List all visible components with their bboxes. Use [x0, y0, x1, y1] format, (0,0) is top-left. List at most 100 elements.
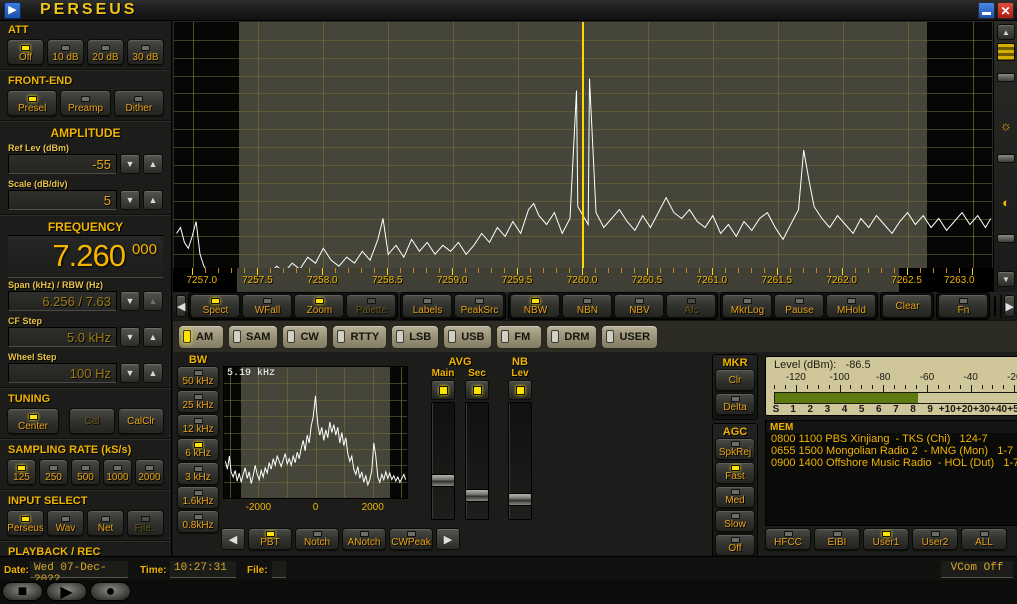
mem-entry[interactable]: 0900 1400 Offshore Music Radio - HOL (Du… [766, 457, 1017, 469]
wheel-step-up-button[interactable]: ▲ [143, 363, 163, 383]
brightness-slider[interactable] [997, 154, 1015, 163]
palette-up-button[interactable]: ▲ [997, 24, 1015, 40]
toolbar-button-zoom[interactable]: Zoom [294, 294, 345, 318]
bw-button-0-8khz[interactable]: 0.8kHz [177, 510, 219, 533]
record-button[interactable]: ● [90, 582, 131, 601]
mem-button-hfcc[interactable]: HFCC [765, 528, 811, 550]
toolbar-button-clear[interactable]: Clear [882, 294, 933, 318]
contrast-slider[interactable] [997, 234, 1015, 243]
mem-button-eibi[interactable]: EIBI [814, 528, 860, 550]
scale-down-button[interactable]: ▼ [120, 190, 140, 210]
span-rbw-value[interactable]: 6.256 / 7.63 [8, 291, 117, 311]
toolbar-button-afc[interactable]: Afc [666, 294, 717, 318]
tuning-calclr-button[interactable]: CalClr [118, 408, 164, 434]
toolbar-button-labels[interactable]: Labels [402, 294, 453, 318]
mode-button-drm[interactable]: DRM [546, 324, 598, 349]
mkr-button-delta[interactable]: Delta [715, 393, 755, 415]
audio-button-cwpeak[interactable]: CWPeak [389, 528, 433, 550]
cf-step-down-button[interactable]: ▼ [120, 327, 140, 347]
avg-sec-toggle[interactable] [465, 380, 489, 400]
play-button[interactable]: ▶ [46, 582, 87, 601]
audio-spectrum-display[interactable]: 5.19 kHz [223, 366, 408, 499]
toolbar-button-mhold[interactable]: MHold [826, 294, 877, 318]
sampling-rate-button-500[interactable]: 500 [71, 459, 100, 485]
toolbar-button-mkrlog[interactable]: MkrLog [722, 294, 773, 318]
fft-button[interactable]: FFT [1000, 294, 1003, 318]
brightness-icon[interactable]: ☼ [998, 117, 1014, 133]
mem-button-user1[interactable]: User1 [863, 528, 909, 550]
toolbar-button-fn[interactable]: Fn [938, 294, 989, 318]
avg-main-toggle[interactable] [431, 380, 455, 400]
bw-button-6-khz[interactable]: 6 kHz [177, 438, 219, 461]
bw-button-3-khz[interactable]: 3 kHz [177, 462, 219, 485]
mode-button-usb[interactable]: USB [443, 324, 493, 349]
toolbar-prev-button[interactable]: ◀ [176, 295, 187, 317]
toolbar-next-button[interactable]: ▶ [1004, 295, 1015, 317]
audio-button-pbt[interactable]: PBT [248, 528, 292, 550]
toolbar-button-peaksrc[interactable]: PeakSrc [454, 294, 505, 318]
audio-next-button[interactable]: ▶ [436, 528, 460, 550]
cf-step-up-button[interactable]: ▲ [143, 327, 163, 347]
tuning-marker-line[interactable] [582, 22, 584, 290]
mode-button-rtty[interactable]: RTTY [332, 324, 388, 349]
close-button[interactable]: ✕ [997, 2, 1014, 19]
toolbar-button-spect[interactable]: Spect [190, 294, 241, 318]
att-button-30-db[interactable]: 30 dB [127, 39, 164, 65]
agc-button-spkrej[interactable]: SpkRej [715, 438, 755, 460]
avg-main-slider[interactable] [431, 402, 455, 520]
mode-button-user[interactable]: USER [601, 324, 659, 349]
mode-button-cw[interactable]: CW [282, 324, 329, 349]
scale-value[interactable]: 5 [8, 190, 117, 210]
sampling-rate-button-250[interactable]: 250 [39, 459, 68, 485]
mem-button-user2[interactable]: User2 [912, 528, 958, 550]
toolbar-button-palette[interactable]: Palette [346, 294, 397, 318]
ref-lev-down-button[interactable]: ▼ [120, 154, 140, 174]
toolbar-button-nbn[interactable]: NBN [562, 294, 613, 318]
agc-button-off[interactable]: Off [715, 534, 755, 556]
frontend-button-preamp[interactable]: Preamp [60, 90, 111, 116]
sampling-rate-button-2000[interactable]: 2000 [135, 459, 164, 485]
input-select-button-net[interactable]: Net [87, 510, 124, 536]
wheel-step-value[interactable]: 100 Hz [8, 363, 117, 383]
memory-list-panel[interactable]: MEM 0800 1100 PBS Xinjiang - TKS (Chi) 1… [765, 420, 1017, 526]
ref-lev-value[interactable]: -55 [8, 154, 117, 174]
mem-entry[interactable]: 0800 1100 PBS Xinjiang - TKS (Chi) 124-7 [766, 433, 1017, 445]
stop-button[interactable]: ■ [2, 582, 43, 601]
span-up-button[interactable]: ▲ [143, 291, 163, 311]
toolbar-button-wfall[interactable]: WFall [242, 294, 293, 318]
ref-lev-up-button[interactable]: ▲ [143, 154, 163, 174]
input-select-button-file[interactable]: File.. [127, 510, 164, 536]
mem-entry[interactable]: 0655 1500 Mongolian Radio 2 - MNG (Mon) … [766, 445, 1017, 457]
sampling-rate-button-125[interactable]: 125 [7, 459, 36, 485]
spectrum-display[interactable] [173, 21, 993, 291]
palette-swatch-icon[interactable] [997, 43, 1015, 61]
nb-lev-toggle[interactable] [508, 380, 532, 400]
minimize-button[interactable] [978, 2, 995, 19]
mkr-button-clr[interactable]: Clr [715, 369, 755, 391]
mode-button-lsb[interactable]: LSB [391, 324, 440, 349]
frequency-ruler[interactable]: 7257.0 7257.5 7258.0 7258.5 7259.0 7259.5 7260… [173, 268, 993, 292]
contrast-icon[interactable]: ◐ [998, 194, 1014, 210]
frontend-button-presel[interactable]: Presel [7, 90, 58, 116]
slider-thumb[interactable] [431, 474, 455, 488]
cf-step-value[interactable]: 5.0 kHz [8, 327, 117, 347]
wheel-step-down-button[interactable]: ▼ [120, 363, 140, 383]
bw-button-50-khz[interactable]: 50 kHz [177, 366, 219, 389]
toolbar-button-pause[interactable]: Pause [774, 294, 825, 318]
mode-button-am[interactable]: AM [178, 324, 224, 349]
mem-button-all[interactable]: ALL [961, 528, 1007, 550]
slider-thumb[interactable] [465, 489, 489, 503]
sampling-rate-button-1000[interactable]: 1000 [103, 459, 132, 485]
span-down-button[interactable]: ▼ [120, 291, 140, 311]
toolbar-button-nbv[interactable]: NBV [614, 294, 665, 318]
slider-thumb[interactable] [508, 493, 532, 507]
frequency-readout[interactable]: 7.260 000 [8, 235, 163, 278]
palette-down-button[interactable]: ▼ [997, 271, 1015, 287]
toolbar-button-nbw[interactable]: NBW [510, 294, 561, 318]
agc-button-fast[interactable]: Fast [715, 462, 755, 484]
audio-button-notch[interactable]: Notch [295, 528, 339, 550]
mode-button-sam[interactable]: SAM [228, 324, 279, 349]
att-button-20-db[interactable]: 20 dB [87, 39, 124, 65]
frontend-button-dither[interactable]: Dither [113, 90, 164, 116]
tuning-center-button[interactable]: Center [7, 408, 59, 434]
